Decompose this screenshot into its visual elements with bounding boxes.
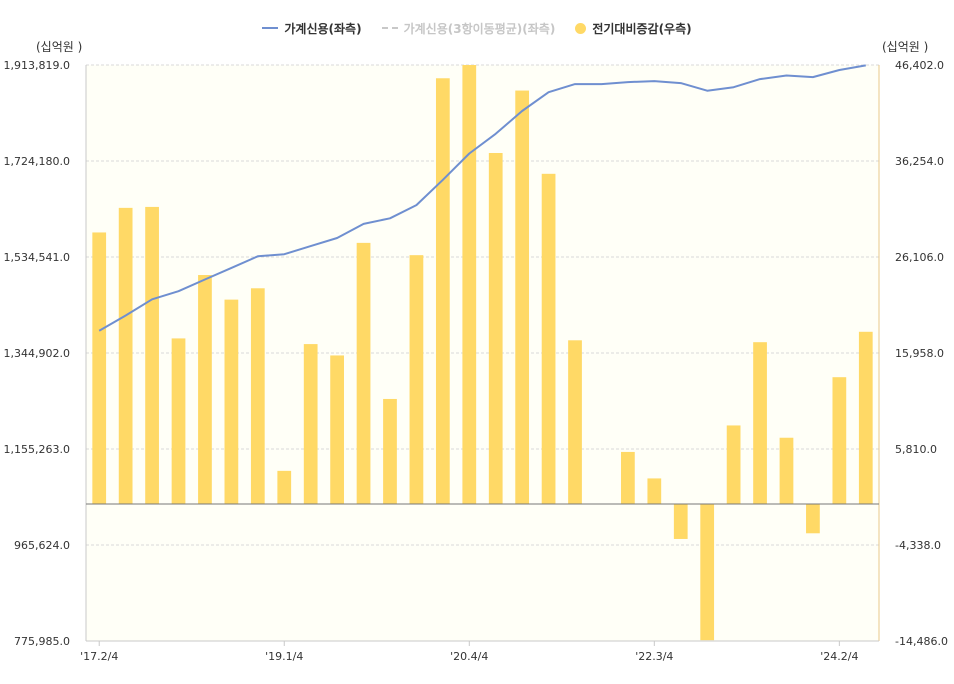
bar[interactable] <box>488 152 503 504</box>
bar[interactable] <box>806 503 820 534</box>
y-right-tick-label: -4,338.0 <box>895 539 941 552</box>
bar[interactable] <box>303 344 318 504</box>
y-left-tick-label: 1,724,180.0 <box>4 155 70 168</box>
bar[interactable] <box>462 65 477 504</box>
bar[interactable] <box>92 232 107 504</box>
y-left-tick-label: 1,913,819.0 <box>4 59 70 72</box>
bar[interactable] <box>673 503 688 539</box>
bar[interactable] <box>779 437 794 504</box>
bar[interactable] <box>145 206 159 504</box>
y-left-tick-label: 775,985.0 <box>14 635 70 648</box>
bar[interactable] <box>330 355 344 504</box>
y-left-tick-label: 965,624.0 <box>14 539 70 552</box>
y-right-tick-label: -14,486.0 <box>895 635 948 648</box>
bar[interactable] <box>224 299 239 504</box>
y-right-tick-label: 5,810.0 <box>895 443 937 456</box>
x-tick-label: '24.2/4 <box>820 650 858 663</box>
y-right-tick-label: 46,402.0 <box>895 59 944 72</box>
y-right-tick-label: 36,254.0 <box>895 155 944 168</box>
y-left-tick-label: 1,155,263.0 <box>4 443 70 456</box>
y-right-tick-label: 26,106.0 <box>895 251 944 264</box>
bar[interactable] <box>277 470 292 504</box>
bar[interactable] <box>435 78 450 504</box>
bar[interactable] <box>700 503 715 641</box>
bar[interactable] <box>858 331 873 504</box>
bar[interactable] <box>171 338 186 504</box>
bar[interactable] <box>250 288 265 504</box>
x-tick-label: '19.1/4 <box>265 650 303 663</box>
y-left-tick-label: 1,534,541.0 <box>4 251 70 264</box>
bar[interactable] <box>753 342 767 504</box>
bar[interactable] <box>621 451 635 504</box>
combo-chart: 1,913,819.0 46,402.0 1,724,180.0 36,254.0 1,… <box>4 59 948 663</box>
bar[interactable] <box>726 425 741 504</box>
x-tick-label: '20.4/4 <box>450 650 488 663</box>
bar[interactable] <box>118 207 133 504</box>
bar[interactable] <box>383 398 397 504</box>
bar[interactable] <box>568 340 582 504</box>
y-right-tick-label: 15,958.0 <box>895 347 944 360</box>
bar[interactable] <box>198 275 212 504</box>
x-tick-label: '17.2/4 <box>80 650 118 663</box>
bar[interactable] <box>409 255 424 504</box>
bar[interactable] <box>515 90 530 504</box>
bar[interactable] <box>541 173 556 504</box>
bar[interactable] <box>832 377 847 504</box>
bar[interactable] <box>647 478 662 504</box>
bar[interactable] <box>356 242 371 504</box>
x-tick-label: '22.3/4 <box>635 650 673 663</box>
y-left-tick-label: 1,344,902.0 <box>4 347 70 360</box>
